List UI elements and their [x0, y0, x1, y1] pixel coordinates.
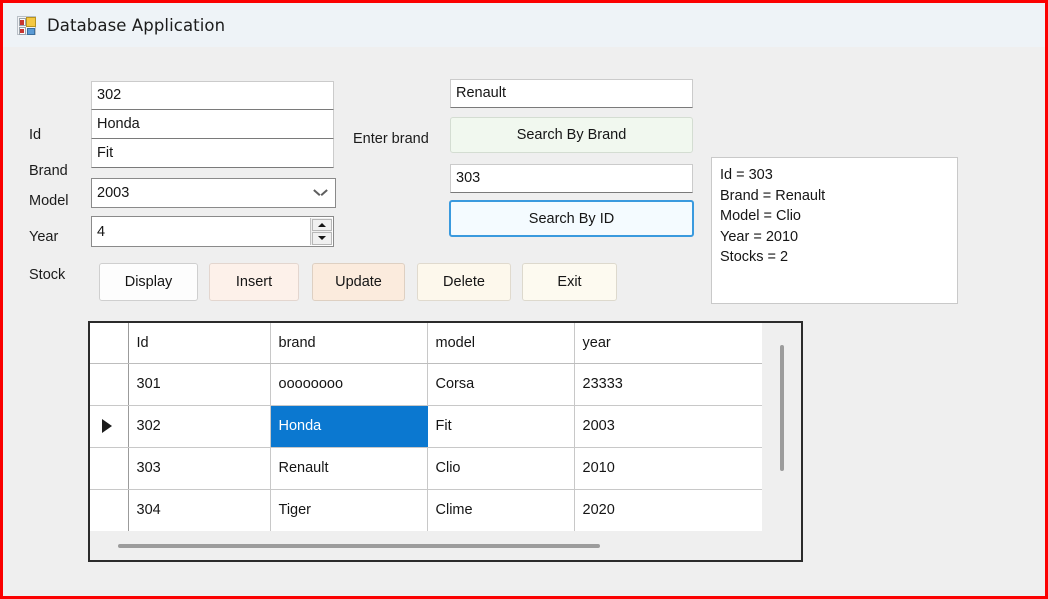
cell-id[interactable]: 303: [128, 447, 271, 490]
cell-id[interactable]: 304: [128, 489, 271, 531]
search-by-brand-button[interactable]: Search By Brand: [450, 117, 693, 153]
current-row-marker-icon: [102, 419, 112, 433]
id-input[interactable]: 302: [91, 81, 334, 110]
year-combobox[interactable]: 2003: [91, 178, 336, 208]
table-row[interactable]: 301 oooooooo Corsa 23333: [90, 363, 762, 406]
column-header-select[interactable]: [90, 323, 129, 364]
cell-brand[interactable]: oooooooo: [270, 363, 428, 406]
cell-model[interactable]: Clime: [427, 489, 575, 531]
column-header-year[interactable]: year: [574, 323, 762, 364]
data-grid-viewport: Id brand model year 301 oooooooo Corsa 2…: [90, 323, 762, 531]
delete-button[interactable]: Delete: [417, 263, 511, 301]
label-id: Id: [29, 127, 42, 143]
search-by-id-button[interactable]: Search By ID: [449, 200, 694, 237]
result-line-stocks: Stocks = 2: [720, 249, 789, 265]
result-line-year: Year = 2010: [720, 228, 799, 245]
row-header[interactable]: [90, 489, 129, 531]
brand-input[interactable]: Honda: [91, 110, 334, 139]
cell-year[interactable]: 23333: [574, 363, 762, 406]
exit-button[interactable]: Exit: [522, 263, 617, 301]
cell-brand[interactable]: Renault: [270, 447, 428, 490]
cell-brand-selected[interactable]: Honda: [270, 405, 428, 448]
form-client-area: Id Brand Model Year Stock 302 Honda Fit …: [3, 47, 1045, 596]
row-header[interactable]: [90, 447, 129, 490]
data-grid-table: Id brand model year 301 oooooooo Corsa 2…: [90, 323, 762, 531]
column-header-model[interactable]: model: [427, 323, 575, 364]
cell-year[interactable]: 2010: [574, 447, 762, 490]
table-row[interactable]: 304 Tiger Clime 2020: [90, 489, 762, 531]
stock-value: 4: [97, 223, 106, 240]
cell-brand[interactable]: Tiger: [270, 489, 428, 531]
stock-spinner[interactable]: [310, 218, 332, 245]
data-grid[interactable]: Id brand model year 301 oooooooo Corsa 2…: [88, 321, 803, 562]
label-year: Year: [29, 229, 59, 245]
label-model: Model: [29, 193, 69, 209]
column-header-brand[interactable]: brand: [270, 323, 428, 364]
year-combobox-value: 2003: [97, 185, 130, 201]
label-brand: Brand: [29, 163, 68, 179]
grid-vertical-scrollbar[interactable]: [762, 323, 801, 531]
stock-numeric-updown[interactable]: 4: [91, 216, 334, 247]
cell-id[interactable]: 302: [128, 405, 271, 448]
cell-model[interactable]: Fit: [427, 405, 575, 448]
grid-horizontal-scrollbar-thumb[interactable]: [118, 543, 600, 548]
title-bar: Database Application: [3, 3, 1045, 47]
result-line-id: Id = 303: [720, 167, 773, 183]
model-input[interactable]: Fit: [91, 139, 334, 168]
winforms-app-icon: [17, 15, 36, 35]
cell-year[interactable]: 2003: [574, 405, 762, 448]
column-header-id[interactable]: Id: [128, 323, 271, 364]
result-line-brand: Brand = Renault: [720, 187, 826, 204]
update-button[interactable]: Update: [312, 263, 405, 301]
label-enter-brand: Enter brand: [353, 131, 429, 147]
cell-model[interactable]: Corsa: [427, 363, 575, 406]
label-stock: Stock: [29, 267, 66, 283]
result-line-model: Model = Clio: [720, 208, 801, 224]
search-brand-input[interactable]: Renault: [450, 79, 693, 108]
table-row[interactable]: 303 Renault Clio 2010: [90, 447, 762, 490]
table-header-row: Id brand model year: [90, 323, 762, 364]
chevron-down-icon: [315, 187, 326, 198]
spinner-down-icon[interactable]: [311, 232, 332, 245]
search-id-input[interactable]: 303: [450, 164, 693, 193]
search-result-panel: Id = 303 Brand = Renault Model = Clio Ye…: [711, 157, 958, 304]
application-window: Database Application Id Brand Model Year…: [0, 0, 1048, 599]
insert-button[interactable]: Insert: [209, 263, 299, 301]
cell-id[interactable]: 301: [128, 363, 271, 406]
window-title: Database Application: [47, 15, 226, 35]
cell-year[interactable]: 2020: [574, 489, 762, 531]
row-header[interactable]: [90, 363, 129, 406]
table-row[interactable]: 302 Honda Fit 2003: [90, 405, 762, 448]
cell-model[interactable]: Clio: [427, 447, 575, 490]
display-button[interactable]: Display: [99, 263, 198, 301]
grid-horizontal-scrollbar[interactable]: [90, 531, 801, 560]
row-header-current[interactable]: [90, 405, 129, 448]
spinner-up-icon[interactable]: [311, 218, 332, 231]
grid-vertical-scrollbar-thumb[interactable]: [779, 345, 784, 471]
